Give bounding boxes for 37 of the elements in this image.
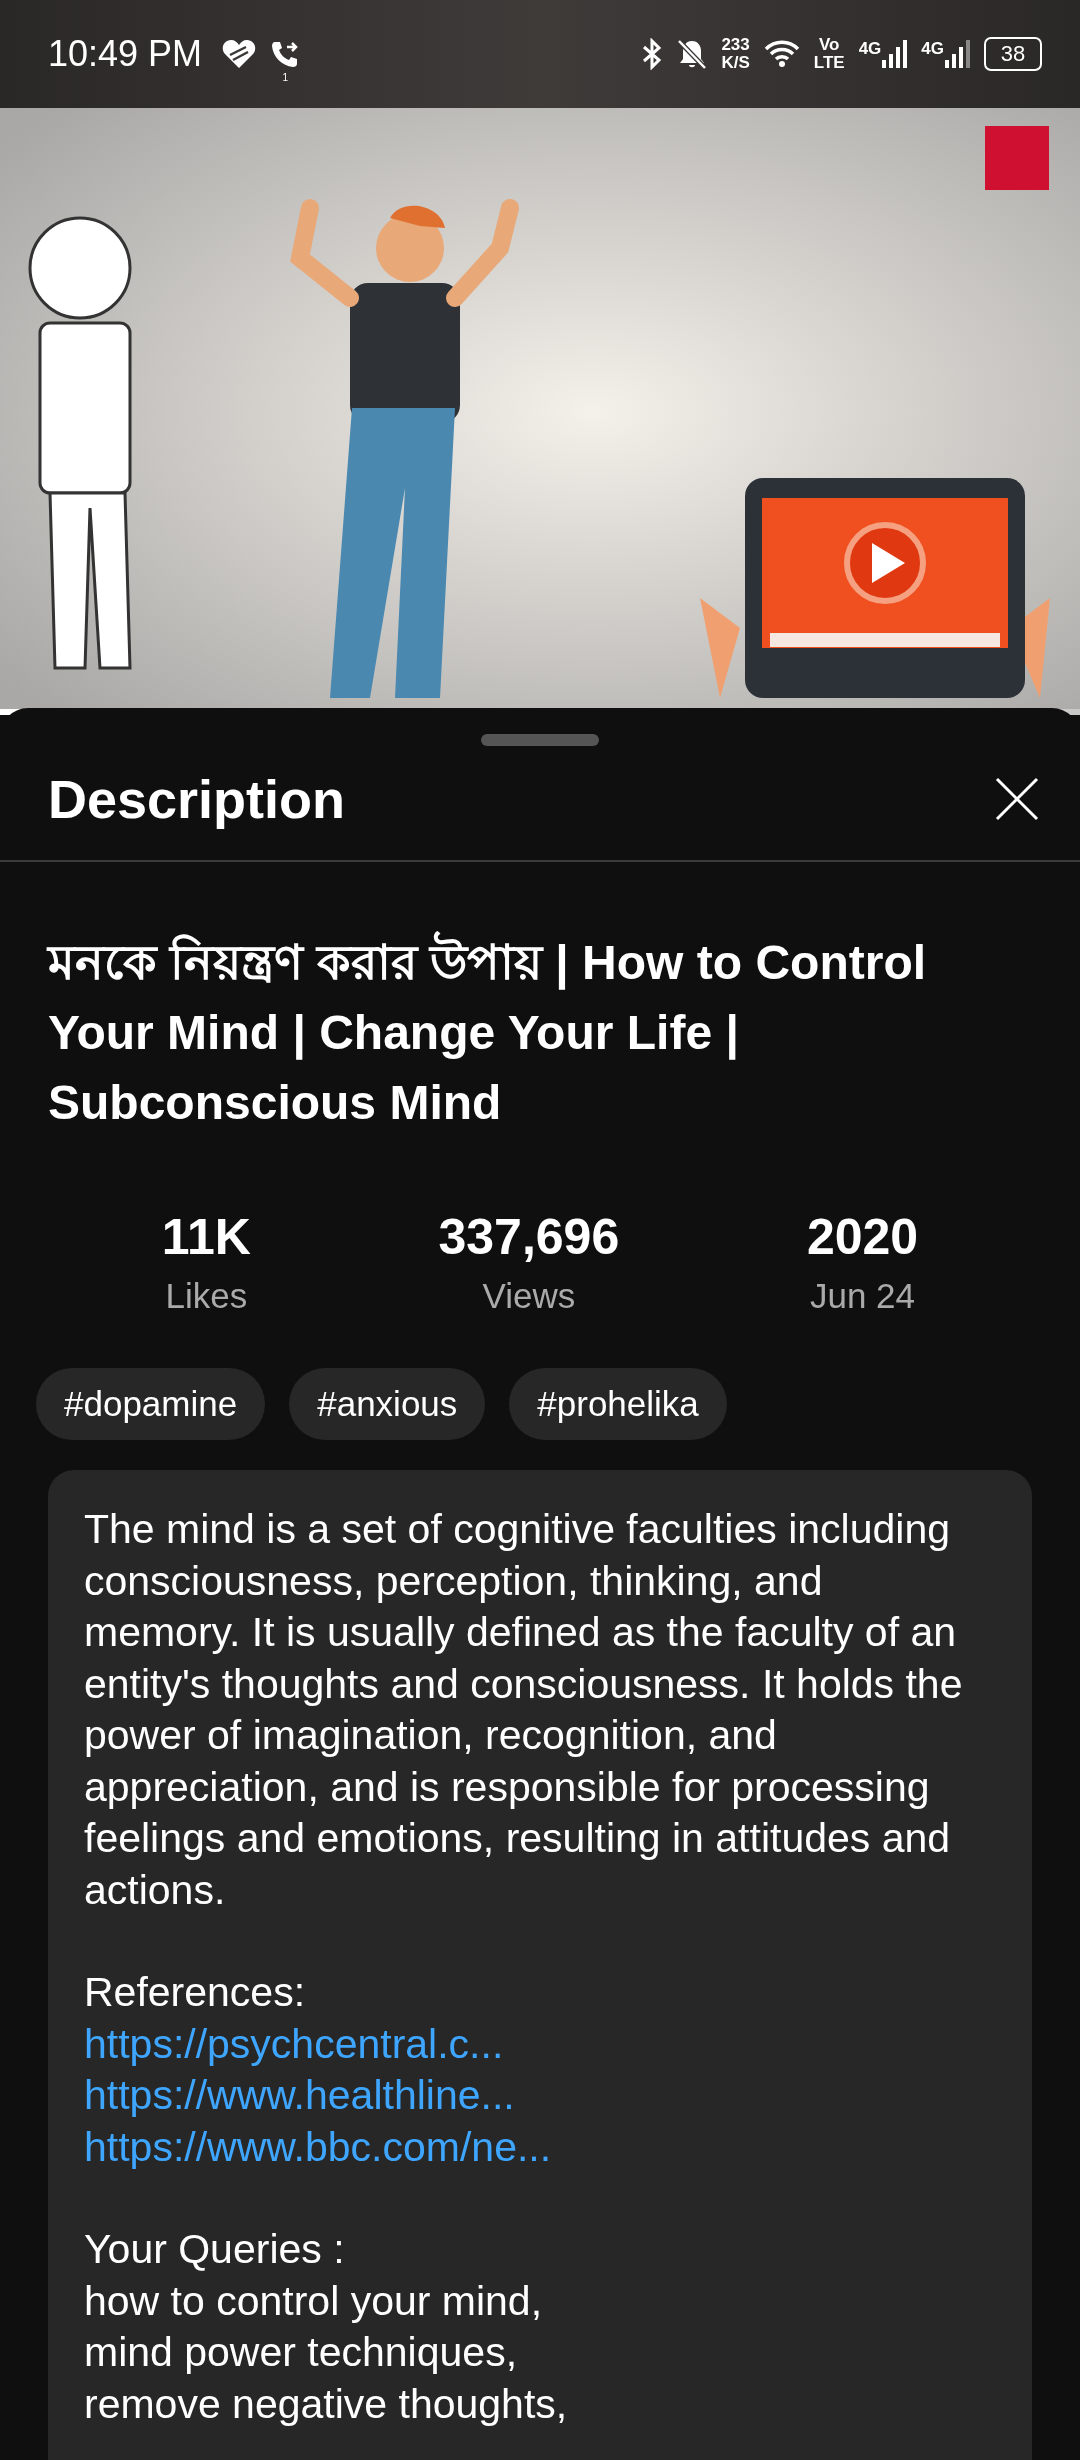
net-speed: 233: [721, 36, 750, 54]
description-text: References:: [84, 1968, 307, 2017]
volte-label: Vo: [818, 36, 840, 54]
video-title: মনকে নিয়ন্ত্রণ করার উপায় | How to Control Your Mind | Change Your Life | Subconscious Mind: [48, 862, 1032, 1138]
description-text: Your Queries :: [84, 2225, 346, 2274]
reference-link[interactable]: https://www.healthline...: [84, 2070, 982, 2122]
reference-link[interactable]: https://www.bbc.com/ne...: [84, 2121, 982, 2173]
wifi-icon: [763, 39, 800, 69]
volte-label: LTE: [813, 54, 845, 72]
stat-label: Likes: [165, 1276, 248, 1316]
network-type: 4G: [921, 39, 944, 59]
heart-icon: [222, 39, 257, 69]
stat-value: 337,696: [438, 1208, 620, 1266]
reference-link[interactable]: https://psychcentral.c...: [84, 2018, 982, 2070]
signal-icon: [944, 39, 970, 69]
hashtag-chip[interactable]: #dopamine: [36, 1368, 266, 1440]
hashtag-chip[interactable]: #anxious: [289, 1368, 486, 1440]
battery-indicator: 38: [984, 37, 1042, 71]
sheet-title: Description: [48, 768, 346, 830]
bluetooth-icon: [641, 38, 664, 70]
description-text: mind power techniques,: [84, 2328, 519, 2377]
status-time: 10:49 PM: [48, 33, 203, 75]
stat-label: Views: [482, 1276, 576, 1316]
stat-label: Jun 24: [809, 1276, 916, 1316]
bell-muted-icon: [677, 38, 708, 70]
stat-value: 11K: [161, 1208, 251, 1266]
drag-handle[interactable]: [481, 734, 599, 746]
description-text: how to control your mind,: [84, 2276, 544, 2326]
hashtag-chip[interactable]: #prohelika: [509, 1368, 727, 1440]
description-text: remove negative thoughts,: [84, 2379, 569, 2429]
close-button[interactable]: [994, 776, 1040, 822]
network-type: 4G: [858, 39, 882, 59]
signal-icon: [881, 39, 908, 69]
description-text: The mind is a set of cognitive faculties including consciousness, perception, thinking, and memory. It is usually defined as the faculty of an entity's thoughts and consciousness. It holds the power of imagination, recognition, and appreciation, and is responsible for processing feelings and emotions, resulting in attitudes and actions.: [84, 1505, 964, 1915]
net-speed-unit: K/S: [721, 54, 750, 72]
stat-value: 2020: [806, 1208, 919, 1266]
call-count: 1: [282, 72, 289, 83]
